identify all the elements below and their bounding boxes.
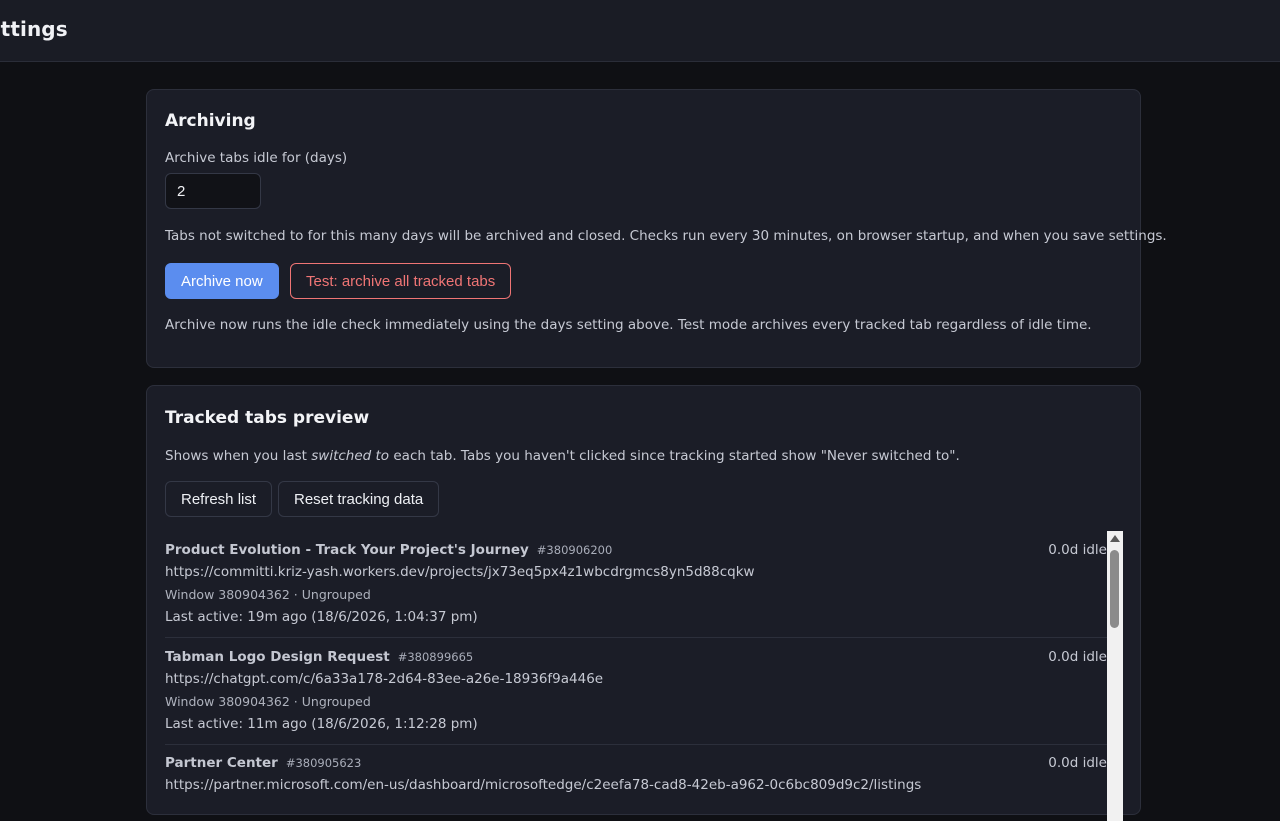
tab-item: Product Evolution - Track Your Project's… [165, 531, 1107, 638]
page-title: ettings [0, 17, 68, 41]
tab-title: Product Evolution - Track Your Project's… [165, 542, 612, 558]
refresh-list-button[interactable]: Refresh list [165, 481, 273, 517]
tab-list: Product Evolution - Track Your Project's… [165, 531, 1123, 821]
tab-last-active: Last active: 11m ago (18/6/2026, 1:12:28… [165, 716, 478, 732]
archiving-note: Archive now runs the idle check immediat… [165, 317, 1092, 333]
tab-title: Tabman Logo Design Request #380899665 [165, 649, 473, 665]
tab-title: Partner Center #380905623 [165, 755, 361, 771]
tab-window: Window 380904362 · Ungrouped [165, 587, 371, 602]
tab-last-active: Last active: 19m ago (18/6/2026, 1:04:37… [165, 609, 478, 625]
tracked-description-after: each tab. Tabs you haven't clicked since… [389, 448, 960, 464]
tab-url: https://partner.microsoft.com/en-us/dash… [165, 777, 922, 793]
tracked-heading: Tracked tabs preview [165, 408, 370, 428]
tab-url: https://chatgpt.com/c/6a33a178-2d64-83ee… [165, 671, 604, 687]
tab-idle: 0.0d idle [1048, 649, 1107, 665]
tab-id: #380906200 [536, 543, 613, 557]
test-archive-button[interactable]: Test: archive all tracked tabs [290, 263, 512, 299]
tab-url: https://committi.kriz-yash.workers.dev/p… [165, 564, 755, 580]
tab-item: Tabman Logo Design Request #380899665 htt… [165, 638, 1107, 745]
archiving-heading: Archiving [165, 111, 256, 131]
tab-id: #380905623 [285, 756, 362, 770]
tracked-tabs-card: Tracked tabs preview Shows when you last… [146, 385, 1141, 821]
tab-id: #380899665 [397, 650, 474, 664]
archive-now-button[interactable]: Archive now [165, 263, 279, 299]
tracked-description: Shows when you last switched to each tab… [165, 448, 960, 464]
tab-list-scrollbar[interactable] [1107, 531, 1123, 821]
days-label: Archive tabs idle for (days) [165, 150, 348, 166]
tab-idle: 0.0d idle [1048, 542, 1107, 558]
tab-idle: 0.0d idle [1048, 755, 1107, 771]
reset-tracking-button[interactable]: Reset tracking data [278, 481, 440, 517]
archiving-card: Archiving Archive tabs idle for (days) T… [146, 89, 1167, 368]
tracked-description-before: Shows when you last [165, 448, 312, 464]
tab-title-text: Product Evolution - Track Your Project's… [165, 542, 529, 558]
tab-window: Window 380904362 · Ungrouped [165, 694, 371, 709]
tab-title-text: Partner Center [165, 755, 278, 771]
scroll-thumb[interactable] [1110, 550, 1119, 628]
top-bar: ettings [0, 0, 1280, 62]
scroll-up-arrow-icon[interactable] [1110, 535, 1120, 542]
days-input[interactable] [165, 173, 261, 209]
tab-item: Partner Center #380905623 https://partner… [165, 744, 1107, 821]
tab-title-text: Tabman Logo Design Request [165, 649, 390, 665]
tracked-description-em: switched to [311, 448, 390, 464]
archiving-description: Tabs not switched to for this many days … [165, 228, 1167, 244]
